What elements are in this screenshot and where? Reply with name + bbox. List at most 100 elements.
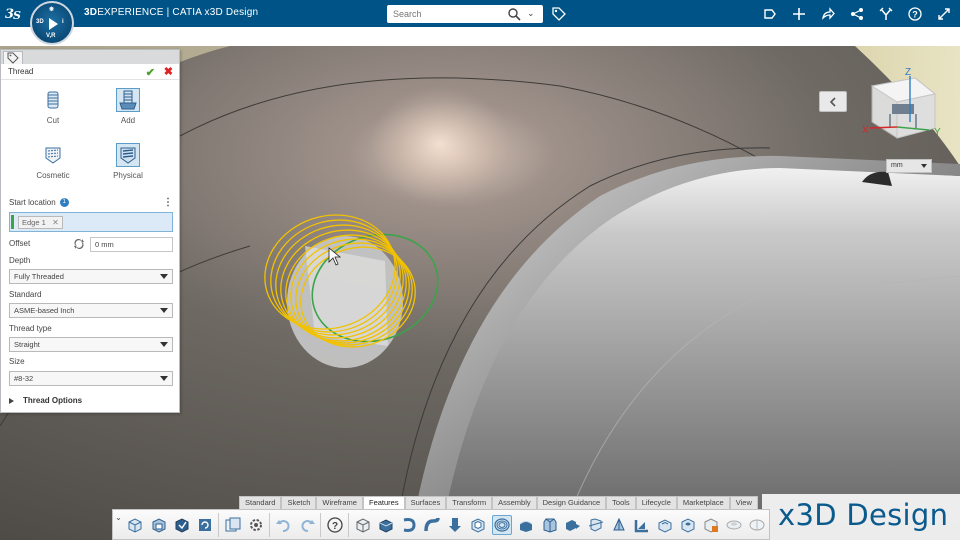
plus-icon[interactable]: [789, 4, 809, 24]
tab-marketplace[interactable]: Marketplace: [676, 496, 730, 509]
reverse-direction-icon[interactable]: [73, 238, 85, 250]
action-bar-tabs: Standard Sketch Wireframe Features Surfa…: [239, 496, 758, 509]
thread-options-expander[interactable]: Thread Options: [9, 396, 82, 405]
new-part-icon[interactable]: [126, 515, 144, 535]
top-strip: [0, 27, 960, 46]
pattern-icon[interactable]: [725, 515, 743, 535]
search-icon[interactable]: [507, 7, 521, 21]
tab-surfaces[interactable]: Surfaces: [404, 496, 447, 509]
tab-features[interactable]: Features: [362, 496, 405, 509]
compass-bottom-label: V,R: [46, 33, 56, 39]
brand-watermark-text: x3D Design: [778, 498, 949, 532]
remove-chip-close-icon[interactable]: ✕: [52, 217, 59, 228]
search-dropdown-chevron-icon[interactable]: ⌄: [527, 8, 535, 19]
separator: [269, 512, 271, 537]
option-cut-button[interactable]: Cut: [23, 88, 83, 125]
tab-sketch[interactable]: Sketch: [281, 496, 317, 509]
fullscreen-icon[interactable]: [934, 4, 954, 24]
publish-icon[interactable]: [173, 515, 191, 535]
tab-tools[interactable]: Tools: [606, 496, 636, 509]
units-select[interactable]: mm: [886, 159, 932, 173]
ok-check-icon[interactable]: ✔: [146, 66, 155, 79]
option-add-label: Add: [120, 116, 136, 125]
cancel-close-icon[interactable]: ✖: [164, 65, 173, 78]
start-location-selector[interactable]: Edge 1 ✕: [9, 212, 173, 232]
panel-tab[interactable]: [3, 51, 23, 64]
help-icon[interactable]: ?: [326, 515, 344, 535]
search-input[interactable]: [387, 9, 499, 19]
tab-assembly[interactable]: Assembly: [492, 496, 537, 509]
depth-value: Fully Threaded: [14, 272, 64, 281]
share-icon[interactable]: [760, 4, 780, 24]
help-icon[interactable]: ?: [905, 4, 925, 24]
pocket-icon[interactable]: [446, 515, 464, 535]
action-bar: ⌄ ?: [112, 509, 770, 540]
size-select[interactable]: #8-32: [9, 371, 173, 386]
more-options-kebab-icon[interactable]: ⋮: [163, 197, 173, 208]
physical-thread-icon: [116, 143, 140, 167]
chamfer-icon[interactable]: [540, 515, 558, 535]
sweep-icon[interactable]: [423, 515, 441, 535]
add-thread-icon: [116, 88, 140, 112]
hole-icon[interactable]: [679, 515, 697, 535]
option-physical-button[interactable]: Physical: [98, 143, 158, 180]
stiffener-icon[interactable]: [633, 515, 651, 535]
compass-widget[interactable]: ❋ 3D i V,R: [30, 1, 74, 45]
edge-chip[interactable]: Edge 1 ✕: [18, 216, 63, 229]
compass-play-icon[interactable]: [49, 18, 58, 30]
split-icon[interactable]: [587, 515, 605, 535]
undo-icon[interactable]: [275, 515, 293, 535]
remove-face-icon[interactable]: [702, 515, 720, 535]
tab-wireframe[interactable]: Wireframe: [316, 496, 363, 509]
thread-icon[interactable]: [492, 514, 513, 535]
thickness-icon[interactable]: [656, 515, 674, 535]
settings-gear-icon[interactable]: [247, 515, 265, 535]
selection-indicator-bar: [11, 215, 14, 229]
panel-title: Thread: [8, 67, 34, 76]
tab-standard[interactable]: Standard: [239, 496, 282, 509]
fillet-icon[interactable]: [517, 515, 535, 535]
depth-select[interactable]: Fully Threaded: [9, 269, 173, 284]
save-part-icon[interactable]: [149, 515, 167, 535]
brand-rest: EXPERIENCE | CATIA x3D Design: [97, 7, 259, 18]
pad-icon[interactable]: [377, 515, 395, 535]
panel-tab-bar: [1, 50, 179, 64]
extrude-icon[interactable]: [354, 515, 372, 535]
thread-type-select[interactable]: Straight: [9, 337, 173, 352]
refresh-icon[interactable]: [196, 515, 214, 535]
draft-icon[interactable]: [564, 515, 582, 535]
redo-icon[interactable]: [298, 515, 316, 535]
start-location-count-badge: 1: [59, 198, 69, 208]
depth-dropdown-arrow-icon: [160, 274, 168, 279]
tab-lifecycle[interactable]: Lifecycle: [635, 496, 677, 509]
axis-z-label: Z: [905, 67, 911, 78]
back-navigation-button[interactable]: [819, 91, 847, 112]
search-box[interactable]: ⌄: [387, 5, 543, 23]
offset-label: Offset: [9, 239, 31, 248]
panel-header: Thread ✔ ✖: [1, 64, 179, 80]
3ds-logo-icon[interactable]: 3S: [4, 4, 26, 22]
tag-icon[interactable]: [551, 6, 567, 22]
tools-icon[interactable]: [876, 4, 896, 24]
option-add-button[interactable]: Add: [98, 88, 158, 125]
separator: [348, 512, 350, 537]
collapse-chevron-icon[interactable]: ⌄: [113, 509, 124, 540]
standard-label: Standard: [9, 290, 42, 299]
network-icon[interactable]: [847, 4, 867, 24]
standard-dropdown-arrow-icon: [160, 308, 168, 313]
standard-select[interactable]: ASME-based Inch: [9, 303, 173, 318]
thread-type-label: Thread type: [9, 324, 52, 333]
revolve-icon[interactable]: [400, 515, 418, 535]
offset-input[interactable]: 0 mm: [90, 237, 173, 252]
axis-y-label: Y: [934, 127, 941, 138]
thread-options-label: Thread Options: [23, 396, 83, 405]
shell-icon[interactable]: [469, 515, 487, 535]
tab-transform[interactable]: Transform: [446, 496, 493, 509]
copy-icon[interactable]: [224, 515, 242, 535]
tab-design-guidance[interactable]: Design Guidance: [536, 496, 607, 509]
mirror-icon[interactable]: [748, 515, 766, 535]
option-cosmetic-button[interactable]: Cosmetic: [23, 143, 83, 180]
tab-view[interactable]: View: [729, 496, 758, 509]
forward-icon[interactable]: [818, 4, 838, 24]
rib-icon[interactable]: [610, 515, 628, 535]
